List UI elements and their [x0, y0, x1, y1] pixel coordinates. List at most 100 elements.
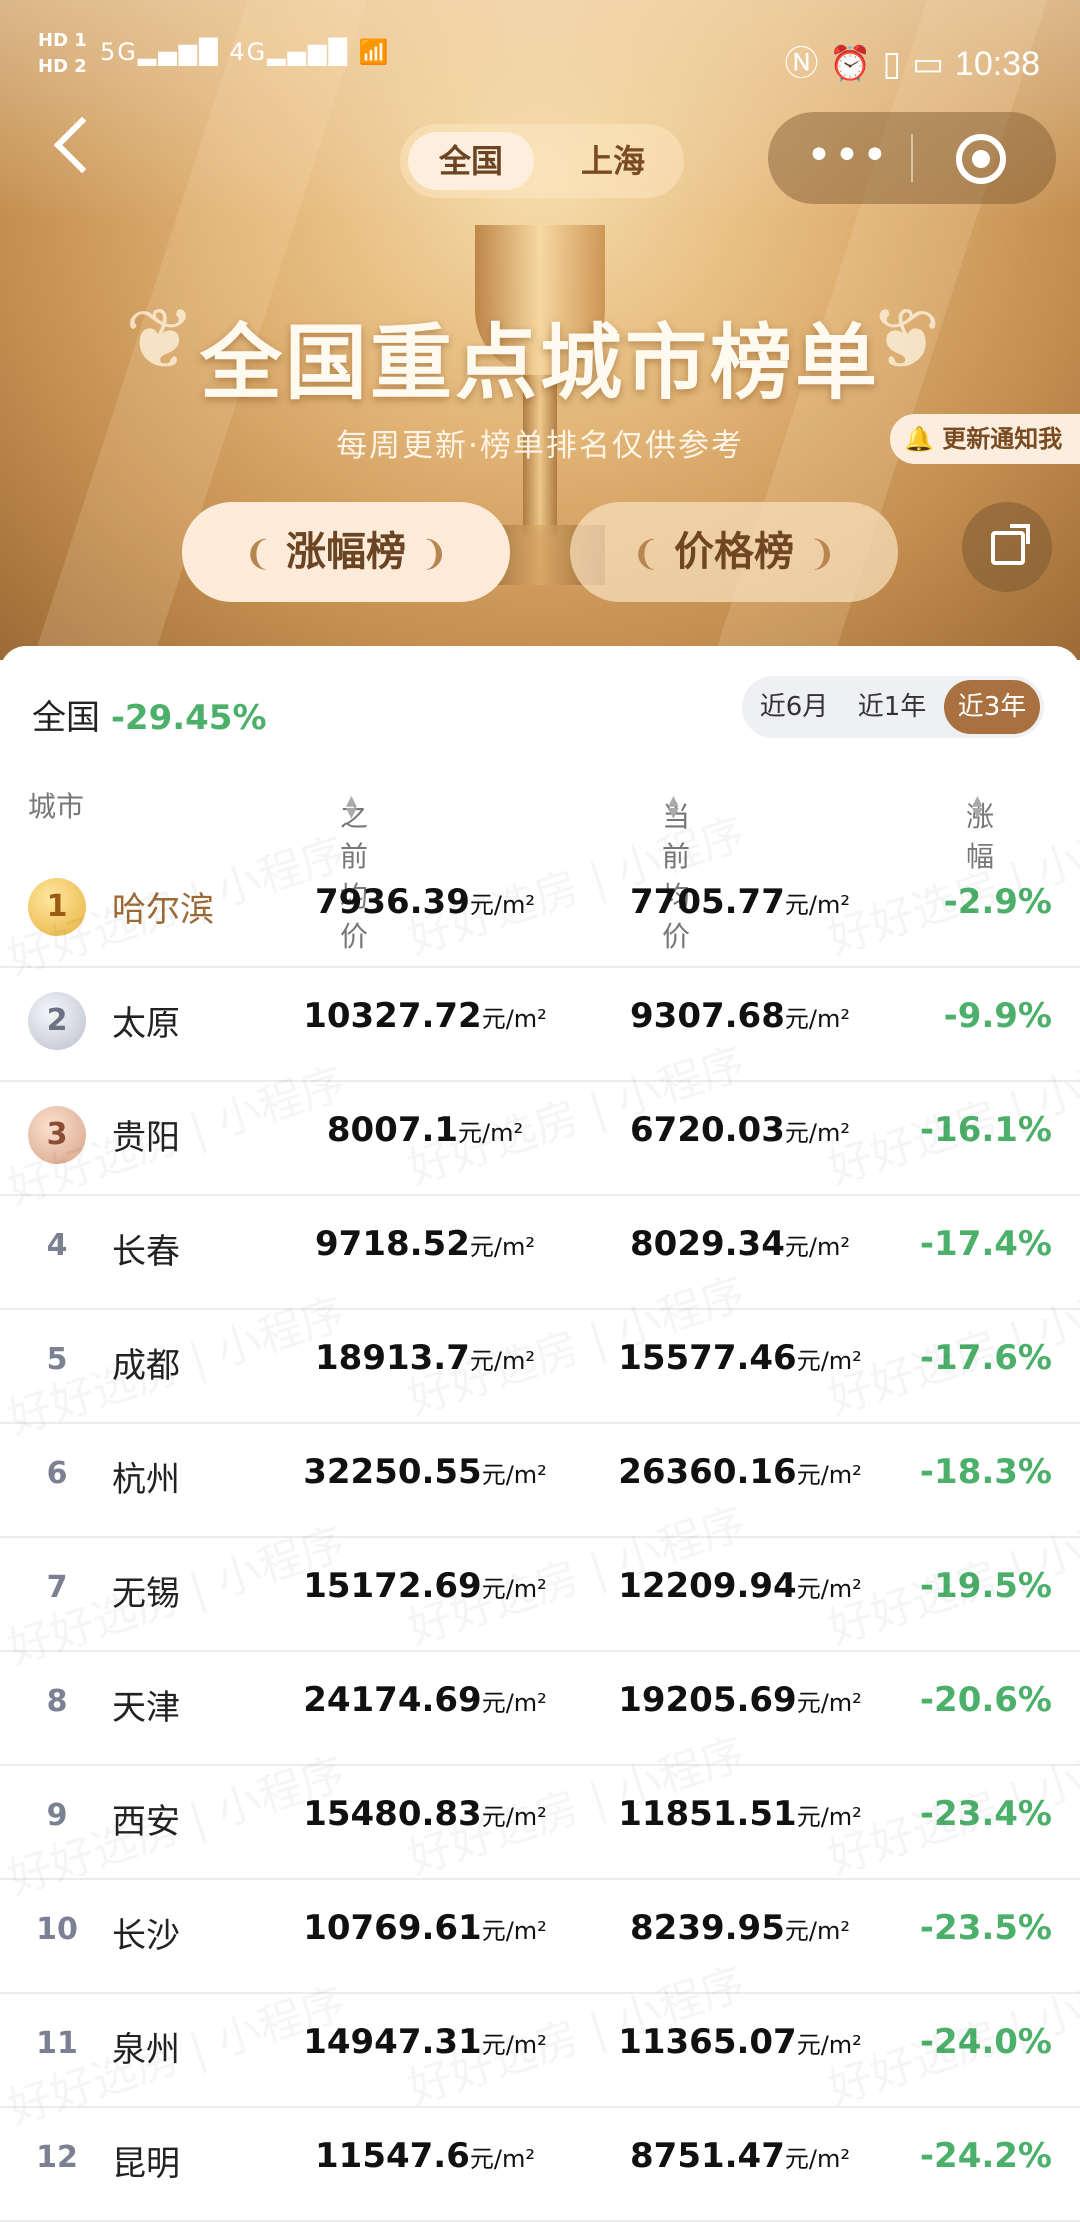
tab-gain-ranking[interactable]: ❨ 涨幅榜 ❩: [182, 502, 510, 602]
rank-number: 5: [46, 1342, 68, 1377]
table-row[interactable]: 12 昆明 11547.6元/m² 8751.47元/m² -24.2%: [0, 2106, 1080, 2222]
city-name: 成都: [112, 1346, 180, 1386]
price-unit: 元/m²: [481, 1689, 547, 1717]
notify-me-button[interactable]: 🔔 更新通知我: [890, 414, 1080, 464]
previous-price: 24174.69元/m²: [260, 1680, 590, 1720]
current-price-value: 9307.68: [630, 996, 785, 1036]
arrow-icon: [1010, 524, 1030, 544]
previous-price: 11547.6元/m²: [260, 2136, 590, 2176]
rank-number: 8: [46, 1684, 68, 1719]
previous-price: 8007.1元/m²: [260, 1110, 590, 1150]
current-price-value: 6720.03: [630, 1110, 785, 1150]
city-name: 昆明: [112, 2144, 180, 2184]
city-name: 泉州: [112, 2030, 180, 2070]
rank-number: 9: [46, 1798, 68, 1833]
price-unit: 元/m²: [784, 1005, 850, 1033]
price-unit: 元/m²: [481, 1005, 547, 1033]
header-city: 城市: [28, 790, 85, 823]
period-6m[interactable]: 近6月: [746, 680, 842, 734]
vibrate-icon: ▯: [882, 44, 902, 84]
share-button[interactable]: [962, 502, 1052, 592]
previous-price-value: 11547.6: [315, 2136, 470, 2176]
rank-number: 4: [46, 1228, 68, 1263]
current-price: 8239.95元/m²: [580, 1908, 900, 1948]
price-unit: 元/m²: [796, 1461, 862, 1489]
table-row[interactable]: 3 贵阳 8007.1元/m² 6720.03元/m² -16.1%: [0, 1080, 1080, 1196]
table-row[interactable]: 8 天津 24174.69元/m² 19205.69元/m² -20.6%: [0, 1650, 1080, 1766]
change-percent: -17.4%: [919, 1224, 1052, 1264]
scope-switch: 全国 上海: [400, 124, 684, 198]
sort-icon: ▲ ▼: [346, 793, 357, 821]
price-unit: 元/m²: [481, 1461, 547, 1489]
table-header: 城市 之前均价 ▲ ▼ 当前均价 ▲ ▼ 涨幅 ▲ ▼: [0, 775, 1080, 953]
previous-price-value: 10327.72: [303, 996, 482, 1036]
laurel-icon: ❩: [419, 534, 449, 574]
battery-icon: ▭: [911, 44, 945, 84]
change-percent: -20.6%: [919, 1680, 1052, 1720]
price-unit: 元/m²: [784, 2145, 850, 2173]
price-unit: 元/m²: [796, 1347, 862, 1375]
table-row[interactable]: 6 杭州 32250.55元/m² 26360.16元/m² -18.3%: [0, 1422, 1080, 1538]
previous-price-value: 9718.52: [315, 1224, 470, 1264]
medal-gold-icon: 1: [28, 878, 86, 936]
city-name: 哈尔滨: [112, 890, 214, 930]
table-row[interactable]: 9 西安 15480.83元/m² 11851.51元/m² -23.4%: [0, 1764, 1080, 1880]
city-name: 长沙: [112, 1916, 180, 1956]
table-row[interactable]: 4 长春 9718.52元/m² 8029.34元/m² -17.4%: [0, 1194, 1080, 1310]
current-price: 7705.77元/m²: [580, 882, 900, 922]
previous-price-value: 8007.1: [326, 1110, 459, 1150]
change-percent: -24.0%: [919, 2022, 1052, 2062]
table-row[interactable]: 1 哈尔滨 7936.39元/m² 7705.77元/m² -2.9%: [0, 852, 1080, 968]
nfc-icon: Ⓝ: [784, 44, 819, 84]
previous-price-value: 7936.39: [315, 882, 470, 922]
period-1y[interactable]: 近1年: [844, 680, 940, 734]
sim-labels: HD 1 HD 2: [38, 28, 87, 80]
period-switch: 近6月 近1年 近3年: [742, 676, 1044, 738]
status-bar: HD 1 HD 2 5G▂▄▆█ 4G▂▄▆█ 📶 Ⓝ ⏰ ▯ ▭ 10:38: [0, 0, 1080, 110]
current-price-value: 8029.34: [630, 1224, 785, 1264]
price-unit: 元/m²: [481, 1803, 547, 1831]
table-row[interactable]: 10 长沙 10769.61元/m² 8239.95元/m² -23.5%: [0, 1878, 1080, 1994]
more-dots-icon[interactable]: •••: [806, 134, 890, 178]
city-name: 杭州: [112, 1460, 180, 1500]
current-price-value: 7705.77: [630, 882, 785, 922]
table-row[interactable]: 11 泉州 14947.31元/m² 11365.07元/m² -24.0%: [0, 1992, 1080, 2108]
price-unit: 元/m²: [481, 1575, 547, 1603]
period-3y[interactable]: 近3年: [944, 680, 1040, 734]
table-row[interactable]: 7 无锡 15172.69元/m² 12209.94元/m² -19.5%: [0, 1536, 1080, 1652]
current-price: 11365.07元/m²: [580, 2022, 900, 2062]
signal-4g-label: 4G: [229, 38, 268, 66]
current-price-value: 26360.16: [618, 1452, 797, 1492]
national-summary: 全国 -29.45%: [32, 690, 267, 739]
price-unit: 元/m²: [481, 2031, 547, 2059]
change-percent: -17.6%: [919, 1338, 1052, 1378]
current-price-value: 8751.47: [630, 2136, 785, 2176]
previous-price: 10769.61元/m²: [260, 1908, 590, 1948]
scope-tab-national[interactable]: 全国: [408, 132, 534, 190]
summary-value: -29.45%: [110, 698, 267, 738]
table-row[interactable]: 2 太原 10327.72元/m² 9307.68元/m² -9.9%: [0, 966, 1080, 1082]
rank-number: 7: [46, 1570, 68, 1605]
table-row[interactable]: 5 成都 18913.7元/m² 15577.46元/m² -17.6%: [0, 1308, 1080, 1424]
current-price: 9307.68元/m²: [580, 996, 900, 1036]
previous-price: 14947.31元/m²: [260, 2022, 590, 2062]
scope-tab-shanghai[interactable]: 上海: [550, 132, 676, 190]
city-name: 天津: [112, 1688, 180, 1728]
current-price: 11851.51元/m²: [580, 1794, 900, 1834]
current-price: 26360.16元/m²: [580, 1452, 900, 1492]
current-price-value: 15577.46: [618, 1338, 797, 1378]
signal-5g-label: 5G: [100, 38, 138, 66]
previous-price: 10327.72元/m²: [260, 996, 590, 1036]
previous-price-value: 24174.69: [303, 1680, 482, 1720]
previous-price: 18913.7元/m²: [260, 1338, 590, 1378]
change-percent: -9.9%: [943, 996, 1052, 1036]
previous-price-value: 10769.61: [303, 1908, 482, 1948]
city-name: 贵阳: [112, 1118, 180, 1158]
price-unit: 元/m²: [796, 2031, 862, 2059]
previous-price-value: 15480.83: [303, 1794, 482, 1834]
close-target-icon[interactable]: [956, 134, 1006, 184]
price-unit: 元/m²: [481, 1917, 547, 1945]
previous-price: 15480.83元/m²: [260, 1794, 590, 1834]
tab-price-ranking[interactable]: ❨ 价格榜 ❩: [570, 502, 898, 602]
rank-number: 11: [36, 2026, 78, 2061]
